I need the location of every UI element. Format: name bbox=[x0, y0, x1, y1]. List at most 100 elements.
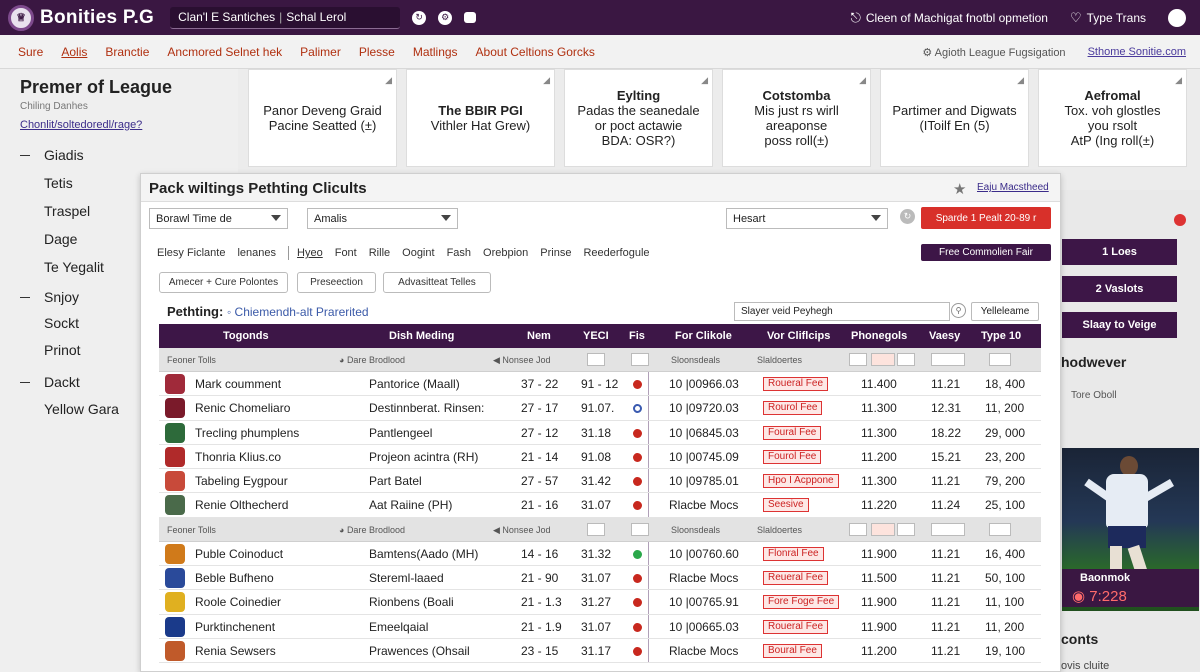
club-name[interactable]: Tabeling Eygpour bbox=[195, 474, 288, 488]
sidebar-item-giadis[interactable]: Giadis bbox=[20, 147, 84, 163]
info-card[interactable]: ◢ Partimer and Digwats (IToilf En (5) bbox=[880, 69, 1029, 167]
tab-reederfogule[interactable]: Reederfogule bbox=[583, 247, 649, 259]
col-header-togonds[interactable]: Togonds bbox=[223, 330, 269, 342]
fee-badge[interactable]: Roueral Fee bbox=[763, 377, 829, 391]
info-card[interactable]: ◢ Cotstomba Mis just rs wirll areaponse … bbox=[722, 69, 871, 167]
club-name[interactable]: Renic Chomeliaro bbox=[195, 401, 290, 415]
amalis-select[interactable]: Amalis bbox=[307, 208, 458, 229]
sidebar-link[interactable]: Chonlit/soltedoredl/rage? bbox=[20, 119, 142, 131]
primary-action-button[interactable]: Sparde 1 Pealt 20-89 r bbox=[921, 207, 1051, 229]
col-header-type[interactable]: Type 10 bbox=[981, 330, 1021, 342]
club-name[interactable]: Purktinchenent bbox=[195, 620, 275, 634]
filter-pill-amecer[interactable]: Amecer + Cure Polontes bbox=[159, 272, 288, 293]
table-row[interactable]: Purktinchenent Emeelqaial 21 - 1.9 31.07 10 … bbox=[159, 614, 1041, 639]
fee-badge[interactable]: Flonral Fee bbox=[763, 546, 824, 561]
group-box[interactable] bbox=[587, 522, 605, 536]
group-box[interactable] bbox=[897, 353, 915, 366]
sidebar-item-dackt[interactable]: Dackt bbox=[20, 374, 80, 390]
table-search-input[interactable]: Slayer veid Peyhegh bbox=[734, 302, 950, 321]
refresh-icon[interactable]: ↻ bbox=[412, 10, 427, 25]
club-name[interactable]: Mark coumment bbox=[195, 377, 281, 391]
info-card[interactable]: ◢ Eylting Padas the seanedale or poct ac… bbox=[564, 69, 713, 167]
group-box[interactable] bbox=[989, 353, 1011, 366]
right-button-loes[interactable]: 1 Loes bbox=[1062, 239, 1177, 265]
table-row[interactable]: Roole Coinedier Rionbens (Boali 21 - 1.3 31… bbox=[159, 590, 1041, 615]
club-name[interactable]: Beble Bufheno bbox=[195, 571, 274, 585]
sidebar-item-prinot[interactable]: Prinot bbox=[44, 342, 81, 358]
search-button[interactable]: Yelleleame bbox=[971, 302, 1039, 321]
club-name[interactable]: Renie Olthecherd bbox=[195, 498, 288, 512]
col-header-nem[interactable]: Nem bbox=[527, 330, 551, 342]
window-icon[interactable] bbox=[464, 12, 477, 23]
brand-logo[interactable]: ♕ Bonities P.G bbox=[8, 4, 154, 31]
table-row[interactable]: Trecling phumplens Pantlengeel 27 - 12 31.1… bbox=[159, 420, 1041, 445]
avatar[interactable] bbox=[1168, 8, 1186, 27]
settings-icon[interactable]: ⚙ bbox=[438, 10, 453, 25]
nav-item-matlings[interactable]: Matlings bbox=[413, 45, 458, 59]
top-search-input[interactable]: Clan'l E Santiches | Schal Lerol bbox=[170, 6, 401, 29]
nav-item-plesse[interactable]: Plesse bbox=[359, 45, 395, 59]
table-row[interactable]: Renic Chomeliaro Destinnberat. Rinsen: 27 … bbox=[159, 396, 1041, 421]
nav-item-sure[interactable]: Sure bbox=[18, 45, 43, 59]
fee-badge[interactable]: Foural Fee bbox=[763, 425, 822, 440]
table-row[interactable]: Renia Sewsers Prawences (Ohsail 23 - 15 31.… bbox=[159, 638, 1041, 664]
sidebar-item-yellowgara[interactable]: Yellow Gara bbox=[44, 401, 119, 417]
col-header-vaesy[interactable]: Vaesy bbox=[929, 330, 960, 342]
col-header-yeci[interactable]: YECI bbox=[583, 330, 609, 342]
search-icon[interactable]: ⚲ bbox=[951, 303, 966, 318]
table-row[interactable]: Puble Coinoduct Bamtens(Aado (MH) 14 - 16 3… bbox=[159, 541, 1041, 567]
info-card[interactable]: ◢ The BBIR PGI Vithler Hat Grew) bbox=[406, 69, 555, 167]
filter-pill-advasitteat[interactable]: Advasitteat Telles bbox=[383, 272, 491, 293]
right-button-slaay[interactable]: Slaay to Veige bbox=[1062, 312, 1177, 338]
info-card[interactable]: ◢ Aefromal Tox. voh glostles you rsolt A… bbox=[1038, 69, 1187, 167]
tab-orebpion[interactable]: Orebpion bbox=[483, 247, 528, 259]
group-box[interactable] bbox=[989, 522, 1011, 536]
group-box[interactable] bbox=[931, 353, 965, 366]
table-row[interactable]: Beble Bufheno Stereml-laaed 21 - 90 31.07 Rl… bbox=[159, 566, 1041, 591]
tab-prinse[interactable]: Prinse bbox=[540, 247, 571, 259]
table-row[interactable]: Mark coumment Pantorice (Maall) 37 - 22 91 … bbox=[159, 372, 1041, 397]
table-row[interactable]: Thonria Klius.co Projeon acintra (RH) 21 -… bbox=[159, 444, 1041, 470]
nav-item-aolis[interactable]: Aolis bbox=[61, 45, 87, 59]
notification-dot[interactable] bbox=[1174, 214, 1186, 226]
group-box[interactable] bbox=[871, 522, 895, 536]
tab-fash[interactable]: Fash bbox=[447, 247, 471, 259]
fee-badge[interactable]: Rourol Fee bbox=[763, 401, 823, 416]
footer-link[interactable]: Sthome Sonitie.com bbox=[1088, 46, 1186, 58]
fee-badge[interactable]: Fore Foge Fee bbox=[763, 595, 840, 610]
sidebar-item-tetis[interactable]: Tetis bbox=[44, 175, 73, 191]
sidebar-item-snjoy[interactable]: Snjoy bbox=[20, 289, 79, 305]
tab-rille[interactable]: Rille bbox=[369, 247, 390, 259]
filter-pill-preseection[interactable]: Preseection bbox=[297, 272, 376, 293]
fee-badge[interactable]: Seesive bbox=[763, 498, 809, 513]
table-row[interactable]: Tabeling Eygpour Part Batel 27 - 57 31.42 10… bbox=[159, 469, 1041, 494]
hesart-select[interactable]: Hesart bbox=[726, 208, 888, 229]
info-card[interactable]: ◢ Panor Deveng Graid Pacine Seatted (±) bbox=[248, 69, 397, 167]
fee-badge[interactable]: Boural Fee bbox=[763, 643, 822, 658]
fee-badge[interactable]: Fourol Fee bbox=[763, 449, 822, 464]
club-name[interactable]: Puble Coinoduct bbox=[195, 547, 283, 561]
fee-badge[interactable]: Hpo I Acppone bbox=[763, 474, 839, 489]
club-name[interactable]: Renia Sewsers bbox=[195, 644, 276, 658]
panel-link[interactable]: Eaju Macstheed bbox=[977, 182, 1049, 193]
sidebar-item-sockt[interactable]: Sockt bbox=[44, 315, 79, 331]
time-select[interactable]: Borawl Time de bbox=[149, 208, 288, 229]
club-name[interactable]: Roole Coinedier bbox=[195, 595, 281, 609]
club-name[interactable]: Thonria Klius.co bbox=[195, 450, 281, 464]
group-box[interactable] bbox=[931, 522, 965, 536]
nav-item-ancmored[interactable]: Ancmored Selnet hek bbox=[167, 45, 282, 59]
tab-font[interactable]: Font bbox=[335, 247, 357, 259]
group-box[interactable] bbox=[631, 353, 649, 366]
col-header-dish[interactable]: Dish Meding bbox=[389, 330, 454, 342]
user-menu[interactable]: ♡ Type Trans bbox=[1070, 10, 1146, 26]
group-box[interactable] bbox=[849, 522, 867, 536]
share-link[interactable]: ⎋ Cleen of Machigat fnotbl opmetion bbox=[851, 10, 1048, 26]
group-box[interactable] bbox=[587, 353, 605, 366]
col-header-phonegols[interactable]: Phonegols bbox=[851, 330, 907, 342]
sidebar-item-traspel[interactable]: Traspel bbox=[44, 203, 90, 219]
right-button-vaslots[interactable]: 2 Vaslots bbox=[1062, 276, 1177, 302]
col-header-vor[interactable]: Vor Cliflcips bbox=[767, 330, 830, 342]
nav-item-about[interactable]: About Celtions Gorcks bbox=[476, 45, 595, 59]
fee-badge[interactable]: Roueral Fee bbox=[763, 619, 829, 634]
nav-item-branctie[interactable]: Branctie bbox=[105, 45, 149, 59]
